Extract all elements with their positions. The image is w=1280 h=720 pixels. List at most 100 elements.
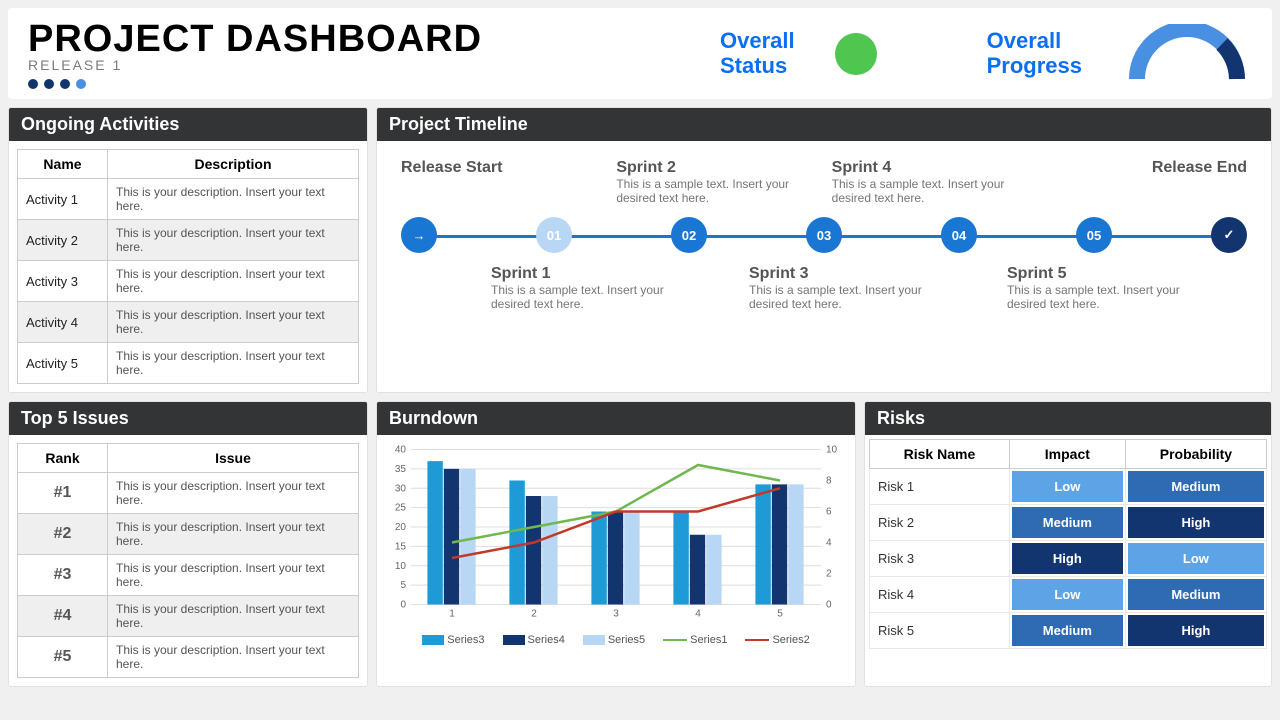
- timeline-item-title: Release End: [1047, 159, 1247, 177]
- issue-rank: #4: [18, 596, 108, 637]
- risks-table: Risk Name Impact Probability Risk 1 Low …: [869, 439, 1267, 649]
- legend-item: Series3: [422, 634, 484, 646]
- table-row: #1This is your description. Insert your …: [18, 473, 359, 514]
- timeline-item-text: This is a sample text. Insert your desir…: [491, 283, 691, 311]
- svg-text:5: 5: [777, 609, 783, 620]
- svg-text:1: 1: [449, 609, 455, 620]
- overall-progress-label: Overall Progress: [987, 29, 1082, 77]
- activity-name: Activity 4: [18, 302, 108, 343]
- issue-rank: #2: [18, 514, 108, 555]
- legend-item: Series4: [503, 634, 565, 646]
- risk-name: Risk 2: [870, 505, 1010, 541]
- svg-text:0: 0: [400, 600, 406, 611]
- panel-title: Project Timeline: [377, 108, 1271, 141]
- issue-rank: #1: [18, 473, 108, 514]
- col-desc: Description: [108, 150, 359, 179]
- timeline-item-title: Sprint 4: [832, 159, 1032, 177]
- table-row: Risk 5 Medium High: [870, 613, 1267, 649]
- legend-item: Series1: [663, 634, 727, 646]
- chart-legend: Series3 Series4 Series5 Series1 Series2: [381, 634, 851, 646]
- arrow-right-icon: →: [401, 217, 437, 253]
- probability-badge: Low: [1128, 543, 1264, 574]
- timeline-item-title: Sprint 5: [1007, 265, 1207, 283]
- timeline-item-title: Release Start: [401, 159, 601, 177]
- issue-desc: This is your description. Insert your te…: [108, 596, 359, 637]
- svg-text:3: 3: [613, 609, 619, 620]
- col-impact: Impact: [1009, 440, 1125, 469]
- timeline-item-text: This is a sample text. Insert your desir…: [832, 177, 1032, 205]
- timeline-item: Sprint 3This is a sample text. Insert yo…: [749, 265, 949, 311]
- issue-desc: This is your description. Insert your te…: [108, 514, 359, 555]
- probability-badge: Medium: [1128, 579, 1264, 610]
- status-indicator-icon: [835, 33, 877, 75]
- timeline-item-title: Sprint 1: [491, 265, 691, 283]
- timeline-item-text: This is a sample text. Insert your desir…: [1007, 283, 1207, 311]
- top-issues-panel: Top 5 Issues Rank Issue #1This is your d…: [8, 401, 368, 687]
- issue-rank: #3: [18, 555, 108, 596]
- activity-name: Activity 3: [18, 261, 108, 302]
- activities-table: Name Description Activity 1This is your …: [17, 149, 359, 384]
- impact-badge: Medium: [1012, 615, 1123, 646]
- svg-text:8: 8: [826, 476, 832, 487]
- legend-item: Series2: [745, 634, 809, 646]
- issues-table: Rank Issue #1This is your description. I…: [17, 443, 359, 678]
- timeline-node: 01: [536, 217, 572, 253]
- burndown-chart: 0510152025303540024681012345: [381, 439, 851, 629]
- svg-text:4: 4: [826, 538, 832, 549]
- progress-gauge-icon: [1122, 24, 1252, 84]
- timeline-node: 02: [671, 217, 707, 253]
- activity-desc: This is your description. Insert your te…: [108, 302, 359, 343]
- check-icon: ✓: [1211, 217, 1247, 253]
- svg-text:10: 10: [826, 445, 838, 456]
- timeline-node: 05: [1076, 217, 1112, 253]
- table-row: Activity 5This is your description. Inse…: [18, 343, 359, 384]
- timeline-item: Sprint 4This is a sample text. Insert yo…: [832, 159, 1032, 205]
- pager-dots: [28, 79, 482, 89]
- issue-desc: This is your description. Insert your te…: [108, 473, 359, 514]
- issue-desc: This is your description. Insert your te…: [108, 555, 359, 596]
- table-row: #2This is your description. Insert your …: [18, 514, 359, 555]
- table-row: Activity 2This is your description. Inse…: [18, 220, 359, 261]
- timeline-item-title: Sprint 3: [749, 265, 949, 283]
- overall-status-label: Overall Status: [720, 29, 795, 77]
- risk-name: Risk 3: [870, 541, 1010, 577]
- timeline-node: 03: [806, 217, 842, 253]
- burndown-panel: Burndown 0510152025303540024681012345 Se…: [376, 401, 856, 687]
- risk-name: Risk 1: [870, 469, 1010, 505]
- timeline-track: →0102030405✓: [401, 215, 1247, 255]
- svg-text:40: 40: [395, 445, 407, 456]
- svg-text:15: 15: [395, 541, 407, 552]
- svg-text:4: 4: [695, 609, 701, 620]
- svg-text:35: 35: [395, 464, 407, 475]
- activity-desc: This is your description. Insert your te…: [108, 179, 359, 220]
- table-row: #3This is your description. Insert your …: [18, 555, 359, 596]
- table-row: Risk 1 Low Medium: [870, 469, 1267, 505]
- svg-text:30: 30: [395, 483, 407, 494]
- activity-desc: This is your description. Insert your te…: [108, 261, 359, 302]
- timeline-item-text: This is a sample text. Insert your desir…: [616, 177, 816, 205]
- timeline-item: Sprint 5This is a sample text. Insert yo…: [1007, 265, 1207, 311]
- svg-text:5: 5: [400, 580, 406, 591]
- panel-title: Top 5 Issues: [9, 402, 367, 435]
- risk-name: Risk 4: [870, 577, 1010, 613]
- table-row: Risk 2 Medium High: [870, 505, 1267, 541]
- probability-badge: High: [1128, 615, 1264, 646]
- table-row: Activity 4This is your description. Inse…: [18, 302, 359, 343]
- svg-text:25: 25: [395, 503, 407, 514]
- timeline-item: Sprint 2This is a sample text. Insert yo…: [616, 159, 816, 205]
- activity-desc: This is your description. Insert your te…: [108, 343, 359, 384]
- issue-desc: This is your description. Insert your te…: [108, 637, 359, 678]
- legend-item: Series5: [583, 634, 645, 646]
- table-row: #5This is your description. Insert your …: [18, 637, 359, 678]
- panel-title: Burndown: [377, 402, 855, 435]
- svg-text:20: 20: [395, 522, 407, 533]
- col-probability: Probability: [1125, 440, 1266, 469]
- probability-badge: Medium: [1128, 471, 1264, 502]
- probability-badge: High: [1128, 507, 1264, 538]
- impact-badge: Low: [1012, 471, 1123, 502]
- panel-title: Ongoing Activities: [9, 108, 367, 141]
- impact-badge: High: [1012, 543, 1123, 574]
- col-rank: Rank: [18, 444, 108, 473]
- table-row: Risk 4 Low Medium: [870, 577, 1267, 613]
- issue-rank: #5: [18, 637, 108, 678]
